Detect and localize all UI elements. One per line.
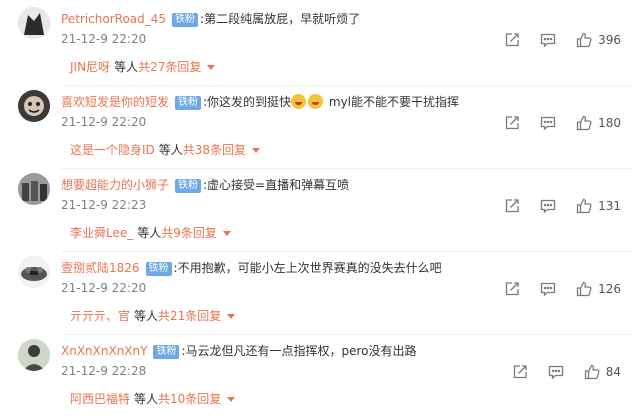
reply-username[interactable]: 亓亓亓、官 (70, 309, 130, 323)
reply-others-label: 等人 (137, 226, 162, 240)
fan-badge: 铁粉 (145, 262, 172, 276)
username[interactable]: PetrichorRoad_45 (61, 12, 166, 26)
divider (61, 334, 631, 335)
comment-icon[interactable] (540, 115, 556, 131)
thumbs-up-icon[interactable] (576, 281, 592, 297)
fan-badge: 铁粉 (172, 13, 199, 27)
replies-summary[interactable]: 阿西巴福特 等人共10条回复 (70, 391, 236, 407)
reply-count-link[interactable]: 共9条回复 (161, 226, 217, 240)
like-count: 180 (598, 116, 621, 130)
comment-text: :你这发的到挺快 (203, 95, 292, 109)
reply-count-link[interactable]: 共38条回复 (183, 143, 246, 157)
avatar[interactable] (18, 7, 50, 39)
comment-item: PetrichorRoad_45 铁粉:第二段纯属放屁，早就听烦了 21-12-9… (0, 4, 641, 86)
replies-summary[interactable]: 这是一个隐身ID 等人共38条回复 (70, 142, 261, 158)
comment-item: 壹捌贰陆1826 铁粉:不用抱歉，可能小左上次世界赛真的没失去什么吧 21-12-… (0, 253, 641, 335)
fan-badge: 铁粉 (175, 179, 202, 193)
reply-username[interactable]: 阿西巴福特 (70, 392, 130, 406)
avatar[interactable] (18, 256, 50, 288)
timestamp: 21-12-9 22:20 (61, 115, 147, 129)
laughing-emoji-icon (291, 94, 307, 109)
reply-count-link[interactable]: 共10条回复 (158, 392, 221, 406)
like-count: 84 (605, 365, 621, 379)
username[interactable]: 想要超能力的小狮子 (61, 178, 169, 192)
thumbs-up-icon[interactable] (576, 115, 592, 131)
reply-others-label: 等人 (134, 309, 159, 323)
action-bar: 131 (504, 198, 621, 214)
username[interactable]: XnXnXnXnXnY (61, 344, 147, 358)
reply-username[interactable]: 这是一个隐身ID (70, 143, 155, 157)
avatar[interactable] (18, 173, 50, 205)
like-count: 126 (598, 282, 621, 296)
reply-count-link[interactable]: 共21条回复 (158, 309, 221, 323)
caret-down-icon[interactable] (227, 397, 236, 402)
thumbs-up-icon[interactable] (584, 364, 600, 380)
timestamp: 21-12-9 22:20 (61, 281, 147, 295)
comment-icon[interactable] (540, 281, 556, 297)
divider (61, 85, 631, 86)
reply-others-label: 等人 (134, 392, 159, 406)
avatar[interactable] (18, 339, 50, 371)
caret-down-icon[interactable] (227, 314, 236, 319)
username[interactable]: 喜欢短发是你的短发 (61, 95, 169, 109)
action-bar: 396 (504, 32, 621, 48)
caret-down-icon[interactable] (207, 65, 216, 70)
reply-count-link[interactable]: 共27条回复 (138, 60, 201, 74)
divider (61, 251, 631, 252)
comment-icon[interactable] (540, 32, 556, 48)
comment-icon[interactable] (540, 198, 556, 214)
username[interactable]: 壹捌贰陆1826 (61, 261, 140, 275)
comment-text: :不用抱歉，可能小左上次世界赛真的没失去什么吧 (173, 261, 442, 275)
caret-down-icon[interactable] (222, 231, 231, 236)
comment-text: :马云龙但凡还有一点指挥权，pero没有出路 (181, 344, 417, 358)
replies-summary[interactable]: JIN尼呀 等人共27条回复 (70, 59, 216, 75)
share-icon[interactable] (504, 32, 520, 48)
fan-badge: 铁粉 (175, 96, 202, 110)
thumbs-up-icon[interactable] (576, 32, 592, 48)
share-icon[interactable] (504, 281, 520, 297)
caret-down-icon[interactable] (252, 148, 261, 153)
like-count: 131 (598, 199, 621, 213)
timestamp: 21-12-9 22:20 (61, 32, 147, 46)
divider (61, 168, 631, 169)
reply-others-label: 等人 (158, 143, 183, 157)
share-icon[interactable] (504, 115, 520, 131)
comment-item: XnXnXnXnXnY 铁粉:马云龙但凡还有一点指挥权，pero没有出路 21-1… (0, 336, 641, 418)
comment-text-continued: myl能不能不要干扰指挥 (325, 95, 460, 109)
replies-summary[interactable]: 亓亓亓、官 等人共21条回复 (70, 308, 236, 324)
action-bar: 126 (504, 281, 621, 297)
comment-icon[interactable] (548, 364, 564, 380)
laughing-emoji-icon (308, 94, 324, 109)
fan-badge: 铁粉 (153, 345, 180, 359)
reply-username[interactable]: 李业舜Lee_ (70, 226, 133, 240)
comment-text: :虚心接受=直播和弹幕互喷 (203, 178, 350, 192)
like-count: 396 (598, 33, 621, 47)
reply-others-label: 等人 (114, 60, 139, 74)
action-bar: 84 (512, 364, 621, 380)
share-icon[interactable] (504, 198, 520, 214)
avatar[interactable] (18, 90, 50, 122)
share-icon[interactable] (512, 364, 528, 380)
comment-text: :第二段纯属放屁，早就听烦了 (200, 12, 361, 26)
thumbs-up-icon[interactable] (576, 198, 592, 214)
timestamp: 21-12-9 22:28 (61, 364, 147, 378)
reply-username[interactable]: JIN尼呀 (70, 60, 110, 74)
replies-summary[interactable]: 李业舜Lee_ 等人共9条回复 (70, 225, 231, 241)
action-bar: 180 (504, 115, 621, 131)
timestamp: 21-12-9 22:23 (61, 198, 147, 212)
comment-item: 喜欢短发是你的短发 铁粉:你这发的到挺快 myl能不能不要干扰指挥 21-12-9… (0, 87, 641, 169)
comment-item: 想要超能力的小狮子 铁粉:虚心接受=直播和弹幕互喷 21-12-9 22:23 1… (0, 170, 641, 252)
